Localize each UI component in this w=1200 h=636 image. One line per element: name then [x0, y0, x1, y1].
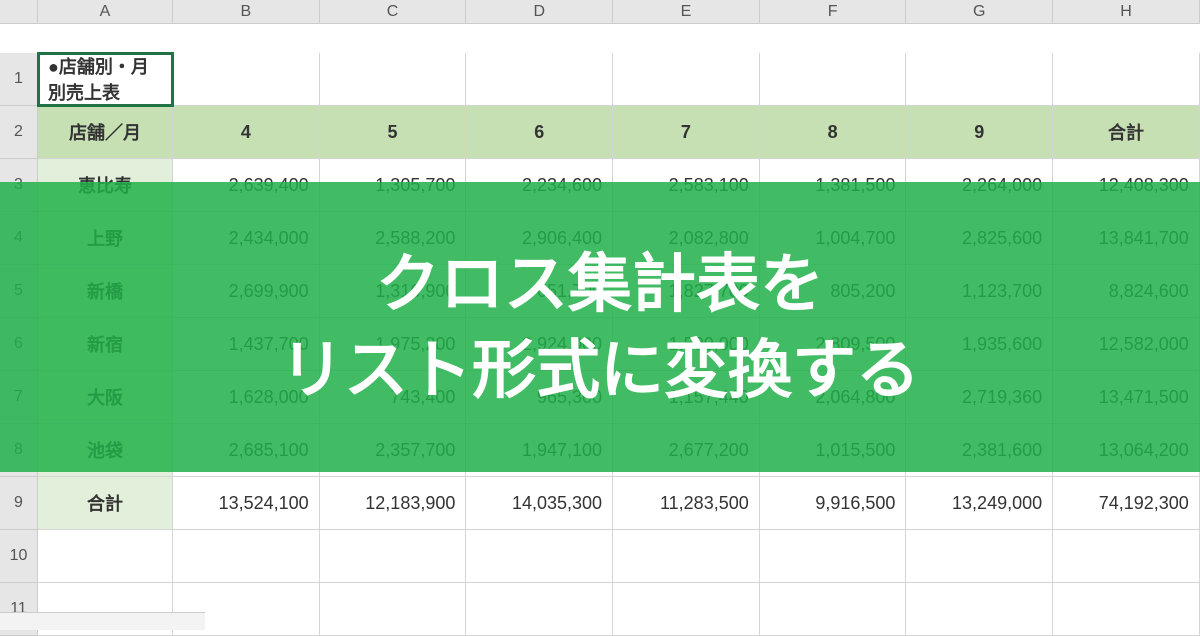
cell-C2[interactable]: 5 — [320, 106, 467, 159]
cell-B2[interactable]: 4 — [173, 106, 320, 159]
col-header-A[interactable]: A — [38, 0, 173, 24]
cell-A1[interactable]: ●店舗別・月別売上表 — [38, 53, 173, 106]
cell-E10[interactable] — [613, 530, 760, 583]
cell-E1[interactable] — [613, 53, 760, 106]
cell-B10[interactable] — [173, 530, 320, 583]
cell-F10[interactable] — [760, 530, 907, 583]
cell-H1[interactable] — [1053, 53, 1200, 106]
overlay-line-2: リスト形式に変換する — [280, 327, 920, 413]
cell-D2[interactable]: 6 — [466, 106, 613, 159]
cell-G10[interactable] — [906, 530, 1053, 583]
cell-C11[interactable] — [320, 583, 467, 636]
cell-D10[interactable] — [466, 530, 613, 583]
cell-F11[interactable] — [760, 583, 907, 636]
row-header-10[interactable]: 10 — [0, 530, 38, 583]
col-header-H[interactable]: H — [1053, 0, 1200, 24]
cell-A2[interactable]: 店舗／月 — [38, 106, 173, 159]
cell-D11[interactable] — [466, 583, 613, 636]
cell-E2[interactable]: 7 — [613, 106, 760, 159]
cell-H9[interactable]: 74,192,300 — [1053, 477, 1200, 530]
cell-H2[interactable]: 合計 — [1053, 106, 1200, 159]
row-header-9[interactable]: 9 — [0, 477, 38, 530]
cell-C1[interactable] — [320, 53, 467, 106]
cell-C10[interactable] — [320, 530, 467, 583]
cell-H11[interactable] — [1053, 583, 1200, 636]
cell-F2[interactable]: 8 — [760, 106, 907, 159]
cell-C9[interactable]: 12,183,900 — [320, 477, 467, 530]
overlay-line-1: クロス集計表を — [376, 241, 824, 327]
cell-B9[interactable]: 13,524,100 — [173, 477, 320, 530]
col-header-F[interactable]: F — [760, 0, 907, 24]
title-overlay: クロス集計表を リスト形式に変換する — [0, 182, 1200, 472]
cell-G2[interactable]: 9 — [906, 106, 1053, 159]
cell-F1[interactable] — [760, 53, 907, 106]
cell-G11[interactable] — [906, 583, 1053, 636]
cell-E11[interactable] — [613, 583, 760, 636]
row-header-1[interactable]: 1 — [0, 53, 38, 106]
col-header-C[interactable]: C — [320, 0, 467, 24]
col-header-B[interactable]: B — [173, 0, 320, 24]
cell-B1[interactable] — [173, 53, 320, 106]
select-all-corner[interactable] — [0, 0, 38, 24]
cell-F9[interactable]: 9,916,500 — [760, 477, 907, 530]
row-header-2[interactable]: 2 — [0, 106, 38, 159]
cell-A10[interactable] — [38, 530, 173, 583]
col-header-G[interactable]: G — [906, 0, 1053, 24]
cell-E9[interactable]: 11,283,500 — [613, 477, 760, 530]
cell-D1[interactable] — [466, 53, 613, 106]
cell-H10[interactable] — [1053, 530, 1200, 583]
cell-A9[interactable]: 合計 — [38, 477, 173, 530]
cell-G9[interactable]: 13,249,000 — [906, 477, 1053, 530]
sheet-tab-strip — [0, 612, 205, 630]
col-header-E[interactable]: E — [613, 0, 760, 24]
cell-G1[interactable] — [906, 53, 1053, 106]
col-header-D[interactable]: D — [466, 0, 613, 24]
cell-D9[interactable]: 14,035,300 — [466, 477, 613, 530]
